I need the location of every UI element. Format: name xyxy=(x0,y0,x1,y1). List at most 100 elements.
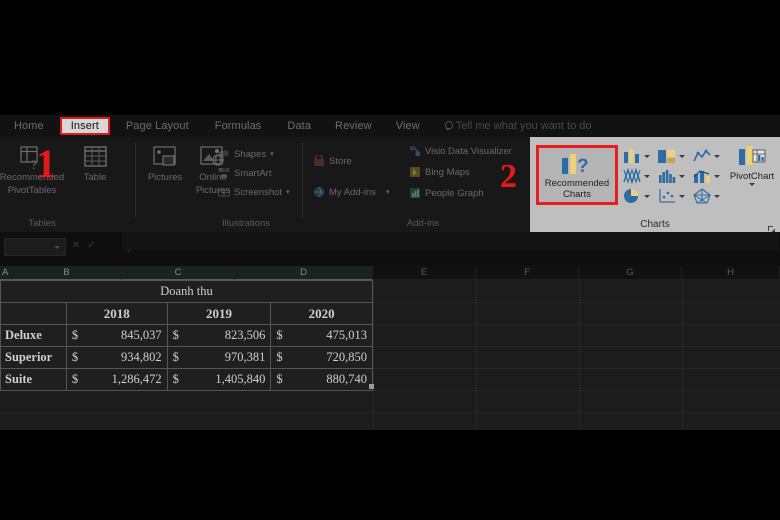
shapes-button[interactable]: Shapes ▾ xyxy=(218,148,274,160)
table-row: Deluxe $845,037 $823,506 $475,013 xyxy=(0,324,373,347)
statistic-chart-dropdown-icon[interactable] xyxy=(679,175,685,178)
table-cell-suite-2018[interactable]: $1,286,472 xyxy=(65,368,168,391)
cell-value: 823,506 xyxy=(224,328,266,342)
combo-chart-icon xyxy=(692,168,712,184)
currency-symbol: $ xyxy=(172,350,179,364)
currency-symbol: $ xyxy=(71,328,79,342)
ribbon-group-addins: Store My Add-ins ▾ Visio Data Visualizer xyxy=(303,137,529,232)
tab-page-layout[interactable]: Page Layout xyxy=(116,118,199,134)
people-graph-icon xyxy=(409,187,421,199)
column-header-a[interactable]: A xyxy=(0,266,12,280)
insert-scatter-bubble-chart-button[interactable] xyxy=(657,187,687,205)
table-row-label-deluxe[interactable]: Deluxe xyxy=(0,324,67,347)
name-box-dropdown-icon[interactable] xyxy=(54,246,60,249)
smartart-button[interactable]: SmartArt xyxy=(218,167,271,179)
bing-maps-label: Bing Maps xyxy=(425,166,470,178)
lightbulb-icon xyxy=(444,121,453,131)
tab-data[interactable]: Data xyxy=(277,118,321,134)
surface-radar-chart-dropdown-icon[interactable] xyxy=(714,195,720,198)
pivotchart-button[interactable]: PivotChart xyxy=(726,145,778,186)
my-addins-icon xyxy=(313,186,325,198)
insert-line-area-chart-button[interactable] xyxy=(692,147,722,165)
table-row-label-suite[interactable]: Suite xyxy=(0,368,67,391)
column-header-f[interactable]: F xyxy=(476,266,579,280)
column-header-b[interactable]: B xyxy=(12,266,122,280)
recommended-pivottables-button[interactable]: ? Recommended PivotTables xyxy=(0,145,68,196)
combo-chart-dropdown-icon[interactable] xyxy=(714,175,720,178)
table-cell-deluxe-2020[interactable]: $475,013 xyxy=(270,324,373,347)
table-cell-superior-2018[interactable]: $934,802 xyxy=(65,346,168,369)
tab-review[interactable]: Review xyxy=(325,118,382,134)
insert-pie-doughnut-chart-button[interactable] xyxy=(622,187,652,205)
name-box[interactable] xyxy=(4,238,66,256)
table-cell-suite-2019[interactable]: $1,405,840 xyxy=(166,368,272,391)
my-addins-button[interactable]: My Add-ins ▾ xyxy=(313,186,390,198)
tab-home[interactable]: Home xyxy=(4,118,54,134)
formula-cancel-enter-icons[interactable]: ✕ ✓ xyxy=(72,240,98,251)
revenue-table[interactable]: Doanh thu 2018 2019 2020 Deluxe $845,037… xyxy=(0,280,373,391)
cell-value: 475,013 xyxy=(326,328,367,342)
insert-column-bar-chart-button[interactable] xyxy=(622,147,652,165)
tab-insert[interactable]: Insert xyxy=(59,117,110,135)
pivotchart-dropdown-icon[interactable] xyxy=(749,183,755,186)
formula-input[interactable] xyxy=(122,232,778,250)
visio-data-visualizer-button[interactable]: Visio Data Visualizer xyxy=(409,145,512,157)
worksheet-grid[interactable]: Doanh thu 2018 2019 2020 Deluxe $845,037… xyxy=(0,280,780,430)
screenshot-button[interactable]: Screenshot ▾ xyxy=(217,186,290,198)
column-header-d[interactable]: D xyxy=(235,266,373,280)
cell-value: 970,381 xyxy=(224,350,266,364)
selection-fill-handle[interactable] xyxy=(369,384,374,389)
people-graph-label: People Graph xyxy=(425,187,484,199)
waterfall-stock-chart-dropdown-icon[interactable] xyxy=(644,175,650,178)
pie-doughnut-chart-dropdown-icon[interactable] xyxy=(644,195,650,198)
column-header-g[interactable]: G xyxy=(579,266,682,280)
store-button[interactable]: Store xyxy=(313,153,352,167)
group-label-charts: Charts xyxy=(640,219,670,230)
table-title-cell[interactable]: Doanh thu xyxy=(0,280,373,303)
bing-maps-button[interactable]: Bing Maps xyxy=(409,166,470,178)
waterfall-stock-chart-icon xyxy=(622,167,642,185)
insert-combo-chart-button[interactable] xyxy=(692,167,722,185)
scatter-bubble-chart-dropdown-icon[interactable] xyxy=(679,195,685,198)
pivotchart-label: PivotChart xyxy=(729,171,775,182)
line-area-chart-dropdown-icon[interactable] xyxy=(714,155,720,158)
pictures-label: Pictures xyxy=(147,172,183,183)
recommended-charts-button[interactable]: ? Recommended Charts xyxy=(536,145,618,205)
column-header-e[interactable]: E xyxy=(373,266,476,280)
shapes-dropdown-icon[interactable]: ▾ xyxy=(270,150,274,158)
insert-waterfall-stock-chart-button[interactable] xyxy=(622,167,652,185)
my-addins-label: My Add-ins xyxy=(329,186,376,198)
tab-view[interactable]: View xyxy=(386,118,430,134)
table-year-2018[interactable]: 2018 xyxy=(65,302,168,325)
column-header-h[interactable]: H xyxy=(682,266,780,280)
column-bar-chart-dropdown-icon[interactable] xyxy=(644,155,650,158)
gridline xyxy=(579,280,580,430)
table-year-2019[interactable]: 2019 xyxy=(166,302,272,325)
table-cell-deluxe-2019[interactable]: $823,506 xyxy=(166,324,272,347)
tell-me-box[interactable]: Tell me what you want to do xyxy=(444,120,592,132)
insert-hierarchy-chart-button[interactable] xyxy=(657,147,687,165)
table-cell-superior-2019[interactable]: $970,381 xyxy=(166,346,272,369)
table-cell-superior-2020[interactable]: $720,850 xyxy=(270,346,373,369)
people-graph-button[interactable]: People Graph xyxy=(409,187,484,199)
table-corner-cell[interactable] xyxy=(0,302,67,325)
my-addins-dropdown-icon[interactable]: ▾ xyxy=(386,188,390,196)
table-year-2020[interactable]: 2020 xyxy=(270,302,373,325)
pictures-button[interactable]: Pictures xyxy=(138,145,192,184)
table-cell-deluxe-2018[interactable]: $845,037 xyxy=(65,324,168,347)
dialog-launcher-icon[interactable] xyxy=(767,221,776,233)
table-button[interactable]: Table xyxy=(68,145,122,184)
table-row-label-superior[interactable]: Superior xyxy=(0,346,67,369)
table-cell-suite-2020[interactable]: $880,740 xyxy=(270,368,373,391)
hierarchy-chart-dropdown-icon[interactable] xyxy=(679,155,685,158)
visio-data-visualizer-icon xyxy=(409,145,421,157)
tab-formulas[interactable]: Formulas xyxy=(205,118,272,134)
recommended-charts-label-line1: Recommended xyxy=(544,178,610,189)
currency-symbol: $ xyxy=(71,372,79,386)
insert-surface-radar-chart-button[interactable] xyxy=(692,187,722,205)
svg-text:?: ? xyxy=(577,156,589,175)
screenshot-dropdown-icon[interactable]: ▾ xyxy=(286,188,290,196)
column-header-c[interactable]: C xyxy=(122,266,235,280)
insert-statistic-chart-button[interactable] xyxy=(657,167,687,185)
chart-type-grid xyxy=(622,147,722,205)
